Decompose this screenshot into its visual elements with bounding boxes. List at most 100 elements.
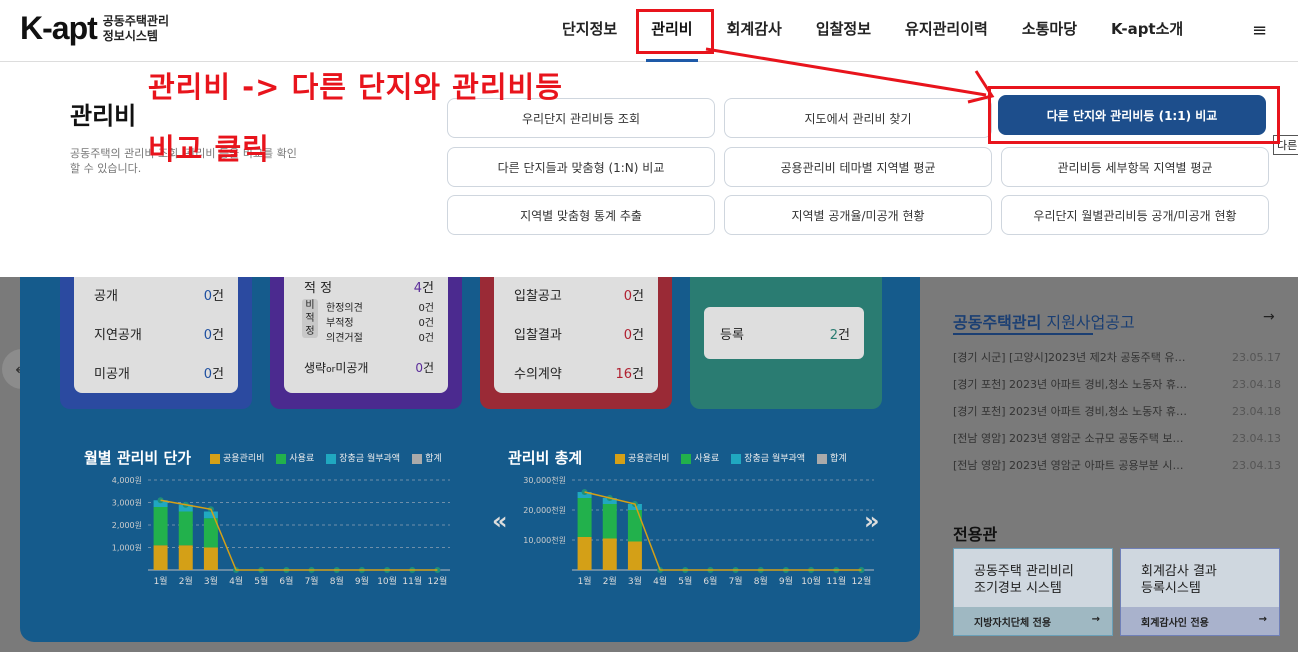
side-char: 적 <box>305 313 315 324</box>
audit-bottom-label: 생략 <box>304 361 327 375</box>
bar <box>153 545 168 570</box>
bar <box>627 541 642 570</box>
bar <box>203 547 218 570</box>
x-tick-label: 3월 <box>628 575 642 587</box>
x-tick-label: 4월 <box>229 575 243 587</box>
legend-label: 장충금 월부과액 <box>744 454 806 464</box>
notice-text: [경기 포천] 2023년 아파트 경비,청소 노동자 휴… <box>953 405 1187 418</box>
notice-underline <box>953 333 1093 335</box>
total-line <box>584 491 862 571</box>
dedicated-section-title: 전용관 <box>953 525 998 544</box>
notice-text: [전남 영암] 2023년 영암군 아파트 공용부분 시… <box>953 459 1184 472</box>
x-tick-label: 12월 <box>852 575 872 587</box>
unit: 건 <box>422 281 434 296</box>
unit: 건 <box>212 367 224 382</box>
side-char: 비 <box>305 300 315 311</box>
unit: 건 <box>422 361 434 375</box>
menu-regional-stats[interactable]: 지역별 맞춤형 통계 추출 <box>447 195 715 235</box>
audit-side-label: 비적정 <box>302 299 318 338</box>
y-tick-label: 30,000천원 <box>523 475 566 485</box>
box-line: 조기경보 시스템 <box>974 581 1062 596</box>
disclosure-label: 지연공개 <box>94 328 142 343</box>
unit: 건 <box>632 328 644 343</box>
list-item[interactable]: [경기 포천] 2023년 아파트 경비,청소 노동자 휴… 23.04.18 <box>953 378 1281 405</box>
audit-sub-value: 0건 <box>418 303 434 314</box>
notice-date: 23.04.13 <box>1232 459 1281 472</box>
menu-theme-regional-avg[interactable]: 공용관리비 테마별 지역별 평균 <box>724 147 992 187</box>
notice-more-arrow-icon[interactable]: → <box>1263 309 1275 325</box>
x-tick-label: 4월 <box>653 575 667 587</box>
x-tick-label: 8월 <box>754 575 768 587</box>
logo-sub-line2: 정보시스템 <box>102 28 158 43</box>
maintenance-label: 등록 <box>720 328 744 343</box>
y-tick-label: 20,000천원 <box>523 505 566 515</box>
disclosure-value: 0 <box>203 289 213 304</box>
legend-item: 공용관리비 <box>615 451 669 464</box>
y-tick-label: 3,000원 <box>112 499 142 508</box>
stats-panel: 공개 0건 지연공개 0건 미공개 0건 적 정 4건 비적정 한정의견 0건 부적정 0건… <box>20 277 920 642</box>
notice-title-rest: 지원사업공고 <box>1041 313 1135 332</box>
annotation-text-line2: 비교 클릭 <box>148 132 270 166</box>
x-tick-label: 7월 <box>729 575 743 587</box>
notice-date: 23.04.18 <box>1232 378 1281 391</box>
list-item[interactable]: [전남 영암] 2023년 영암군 아파트 공용부분 시… 23.04.13 <box>953 459 1281 486</box>
notice-text: [전남 영암] 2023년 영암군 소규모 공동주택 보… <box>953 432 1184 445</box>
x-tick-label: 11월 <box>826 575 846 587</box>
legend-item: 합계 <box>817 451 847 464</box>
audit-sub-value: 0건 <box>418 333 434 344</box>
arrow-right-icon: → <box>1258 614 1267 625</box>
early-warning-system-box[interactable]: 공동주택 관리비리 조기경보 시스템 지방자치단체 전용 → <box>953 548 1113 636</box>
hamburger-menu-icon[interactable]: ≡ <box>1252 20 1267 41</box>
disclosure-card[interactable]: 공개 0건 지연공개 0건 미공개 0건 <box>60 277 252 409</box>
bidding-label: 입찰공고 <box>514 289 562 304</box>
total-chart-legend: 공용관리비 사용료 장충금 월부과액 합계 <box>615 451 847 464</box>
notice-date: 23.04.13 <box>1232 432 1281 445</box>
nav-community[interactable]: 소통마당 <box>1005 0 1094 62</box>
bar <box>178 511 193 546</box>
menu-disclosure-rate[interactable]: 지역별 공개율/미공개 현황 <box>724 195 992 235</box>
disclosure-value: 0 <box>203 328 213 343</box>
menu-detail-regional-avg[interactable]: 관리비등 세부항목 지역별 평균 <box>1001 147 1269 187</box>
x-tick-label: 11월 <box>402 575 422 587</box>
bidding-card[interactable]: 입찰공고 0건 입찰결과 0건 수의계약 16건 <box>480 277 672 409</box>
unit: 건 <box>632 289 644 304</box>
legend-item: 합계 <box>412 451 442 464</box>
audit-card[interactable]: 적 정 4건 비적정 한정의견 0건 부적정 0건 의견거절 0건 생략or미공개 0건 <box>270 277 462 409</box>
notice-text: [경기 포천] 2023년 아파트 경비,청소 노동자 휴… <box>953 378 1187 391</box>
audit-bottom-label-2: 미공개 <box>335 361 369 375</box>
total-fee-chart: 30,000천원 20,000천원 10,000천원 1월 2월 3월 4월 5월 6월 7월 8월… <box>523 475 874 587</box>
menu-compare-1-n[interactable]: 다른 단지들과 맞춤형 (1:N) 비교 <box>447 147 715 187</box>
legend-item: 장충금 월부과액 <box>326 451 400 464</box>
unit-chart-legend: 공용관리비 사용료 장충금 월부과액 합계 <box>210 451 442 464</box>
x-tick-label: 5월 <box>678 575 692 587</box>
maintenance-card[interactable]: 등록 2건 <box>690 277 882 409</box>
side-char: 정 <box>305 326 315 337</box>
list-item[interactable]: [경기 포천] 2023년 아파트 경비,청소 노동자 휴… 23.04.18 <box>953 405 1281 432</box>
x-tick-label: 7월 <box>305 575 319 587</box>
y-tick-label: 1,000원 <box>112 544 142 553</box>
arrow-right-icon: → <box>1091 614 1100 625</box>
legend-label: 사용료 <box>694 454 720 464</box>
nav-about[interactable]: K-apt소개 <box>1094 0 1200 62</box>
or-text: or <box>326 365 336 375</box>
unit-chart-title: 월별 관리비 단가 <box>84 449 192 467</box>
audit-sub-list: 한정의견 0건 부적정 0건 의견거절 0건 <box>326 301 434 346</box>
bar <box>627 510 642 542</box>
notice-title[interactable]: 공동주택관리 지원사업공고 <box>953 309 1135 333</box>
k-apt-logo[interactable]: K-apt 공동주택관리 정보시스템 <box>20 10 169 47</box>
legend-label: 합계 <box>425 454 442 464</box>
box-line: 회계감사 결과 <box>1141 564 1217 579</box>
x-tick-label: 6월 <box>279 575 293 587</box>
x-tick-label: 1월 <box>154 575 168 587</box>
menu-monthly-disclosure[interactable]: 우리단지 월별관리비등 공개/미공개 현황 <box>1001 195 1269 235</box>
unit: 건 <box>838 328 850 343</box>
unit: 건 <box>212 289 224 304</box>
list-item[interactable]: [경기 시군] [고양시]2023년 제2차 공동주택 유… 23.05.17 <box>953 351 1281 378</box>
nav-complex-info[interactable]: 단지정보 <box>545 0 634 62</box>
box-line: 등록시스템 <box>1141 581 1201 596</box>
audit-result-system-box[interactable]: 회계감사 결과 등록시스템 회계감사인 전용 → <box>1120 548 1280 636</box>
legend-label: 사용료 <box>289 454 315 464</box>
x-tick-label: 2월 <box>603 575 617 587</box>
legend-item: 장충금 월부과액 <box>731 451 805 464</box>
list-item[interactable]: [전남 영암] 2023년 영암군 소규모 공동주택 보… 23.04.13 <box>953 432 1281 459</box>
